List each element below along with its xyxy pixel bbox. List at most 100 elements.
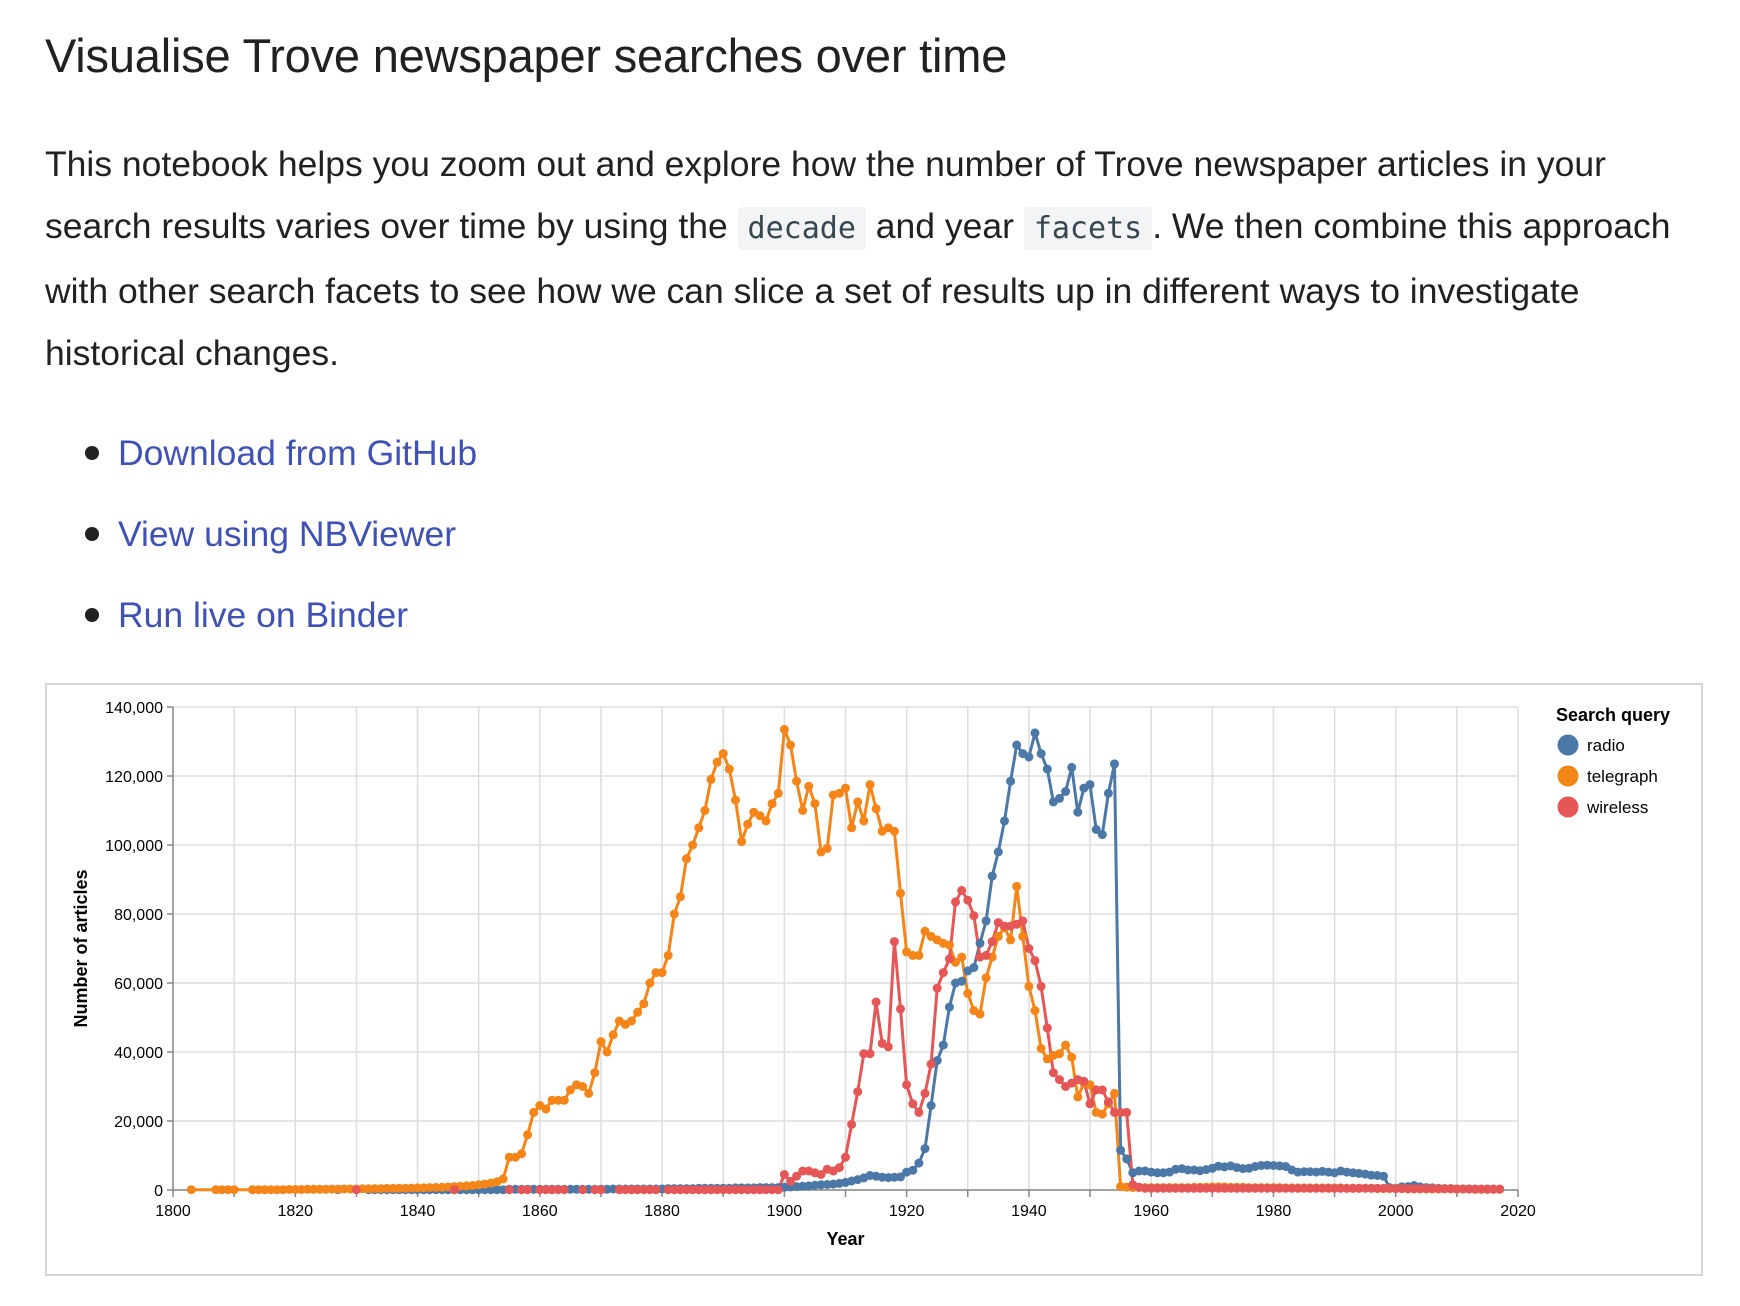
data-point-telegraph — [633, 1007, 643, 1017]
x-tick-label: 2000 — [1378, 1203, 1414, 1220]
y-tick-label: 40,000 — [114, 1045, 163, 1062]
data-point-telegraph — [517, 1149, 526, 1159]
data-point-telegraph — [1110, 1088, 1119, 1098]
data-point-telegraph — [914, 950, 924, 960]
data-point-telegraph — [675, 892, 685, 902]
bullet-icon — [85, 608, 99, 622]
data-point-radio — [1379, 1171, 1388, 1181]
x-tick-label: 1800 — [155, 1203, 191, 1220]
data-point-telegraph — [608, 1030, 618, 1040]
data-point-radio — [1042, 764, 1052, 774]
data-point-radio — [1000, 816, 1009, 826]
data-point-radio — [1110, 759, 1119, 769]
legend-label-telegraph: telegraph — [1587, 767, 1658, 786]
data-point-radio — [1012, 740, 1022, 750]
data-point-wireless — [596, 1185, 606, 1195]
data-point-telegraph — [731, 795, 740, 805]
chart-container: 0 20,000 40,000 60,000 80,000 100,000 120,000 1… — [45, 683, 1703, 1276]
data-point-telegraph — [957, 952, 967, 962]
data-point-wireless — [449, 1185, 459, 1195]
data-point-telegraph — [822, 843, 832, 853]
data-point-wireless — [559, 1185, 569, 1195]
code-facets: facets — [1023, 207, 1153, 250]
y-tick-label: 60,000 — [114, 976, 163, 993]
data-point-radio — [981, 916, 991, 926]
legend-label-wireless: wireless — [1586, 798, 1648, 817]
x-axis-label: Year — [826, 1229, 864, 1249]
data-point-wireless — [523, 1185, 533, 1195]
data-point-telegraph — [639, 999, 649, 1009]
data-point-telegraph — [865, 780, 875, 790]
data-point-radio — [1024, 752, 1034, 762]
legend-symbol-telegraph — [1557, 765, 1579, 787]
intro-text-2: and year — [865, 206, 1024, 246]
x-tick-label: 1880 — [644, 1203, 680, 1220]
data-point-wireless — [847, 1119, 857, 1129]
data-point-radio — [1097, 830, 1107, 840]
data-point-wireless — [889, 937, 899, 947]
data-point-wireless — [1055, 1075, 1064, 1085]
x-tick-label: 1920 — [889, 1203, 925, 1220]
data-point-telegraph — [627, 1016, 636, 1026]
grid — [172, 706, 1519, 1191]
data-point-radio — [938, 1040, 948, 1050]
link-list: Download from GitHub View using NBViewer… — [73, 418, 477, 661]
data-point-telegraph — [786, 740, 795, 750]
data-point-radio — [957, 976, 967, 986]
data-point-wireless — [981, 950, 991, 960]
data-point-wireless — [871, 997, 881, 1007]
data-point-telegraph — [186, 1185, 196, 1195]
data-point-wireless — [351, 1185, 361, 1195]
data-point-wireless — [957, 886, 967, 895]
code-decade: decade — [737, 207, 866, 250]
y-tick-label: 80,000 — [114, 907, 163, 924]
nbviewer-link[interactable]: View using NBViewer — [118, 514, 456, 554]
legend: Search query radio telegraph wireless — [1556, 705, 1670, 818]
data-point-wireless — [926, 1059, 936, 1069]
data-point-telegraph — [1018, 931, 1028, 941]
data-point-wireless — [841, 1152, 850, 1162]
data-point-wireless — [773, 1185, 783, 1195]
data-point-telegraph — [663, 950, 673, 960]
data-point-wireless — [1079, 1076, 1089, 1086]
legend-label-radio: radio — [1587, 736, 1625, 755]
data-point-wireless — [1042, 1023, 1052, 1033]
data-point-radio — [908, 1165, 918, 1175]
data-point-wireless — [1024, 944, 1034, 953]
data-point-wireless — [1030, 956, 1040, 966]
data-point-telegraph — [523, 1130, 533, 1140]
list-item-github: Download from GitHub — [73, 418, 477, 499]
data-point-radio — [1030, 728, 1040, 738]
y-tick-label: 20,000 — [114, 1114, 163, 1131]
y-tick-label: 140,000 — [105, 700, 163, 717]
data-point-wireless — [1085, 1099, 1095, 1109]
binder-link[interactable]: Run live on Binder — [118, 595, 408, 635]
data-point-telegraph — [773, 788, 783, 798]
data-point-telegraph — [724, 764, 734, 774]
legend-symbol-radio — [1557, 734, 1579, 756]
data-point-wireless — [920, 1088, 930, 1098]
x-tick-label: 1960 — [1133, 1203, 1169, 1220]
data-point-radio — [1061, 787, 1071, 796]
data-point-telegraph — [584, 1088, 594, 1098]
data-point-wireless — [896, 1004, 905, 1014]
data-point-radio — [1116, 1145, 1126, 1155]
bullet-icon — [85, 527, 99, 541]
data-point-wireless — [1097, 1085, 1107, 1095]
line-chart: 0 20,000 40,000 60,000 80,000 100,000 120,000 1… — [71, 700, 1670, 1249]
data-point-telegraph — [743, 819, 753, 829]
data-point-radio — [1122, 1154, 1132, 1164]
data-point-telegraph — [853, 797, 863, 807]
data-point-telegraph — [498, 1174, 508, 1184]
data-point-telegraph — [529, 1107, 539, 1117]
data-point-radio — [926, 1101, 936, 1110]
data-point-telegraph — [706, 774, 716, 784]
data-point-telegraph — [1024, 981, 1034, 991]
data-point-telegraph — [602, 1047, 612, 1057]
data-point-wireless — [987, 937, 997, 947]
data-point-telegraph — [767, 799, 777, 809]
download-github-link[interactable]: Download from GitHub — [118, 433, 477, 473]
data-point-wireless — [853, 1087, 863, 1097]
data-point-telegraph — [847, 823, 857, 833]
bullet-icon — [85, 446, 99, 460]
